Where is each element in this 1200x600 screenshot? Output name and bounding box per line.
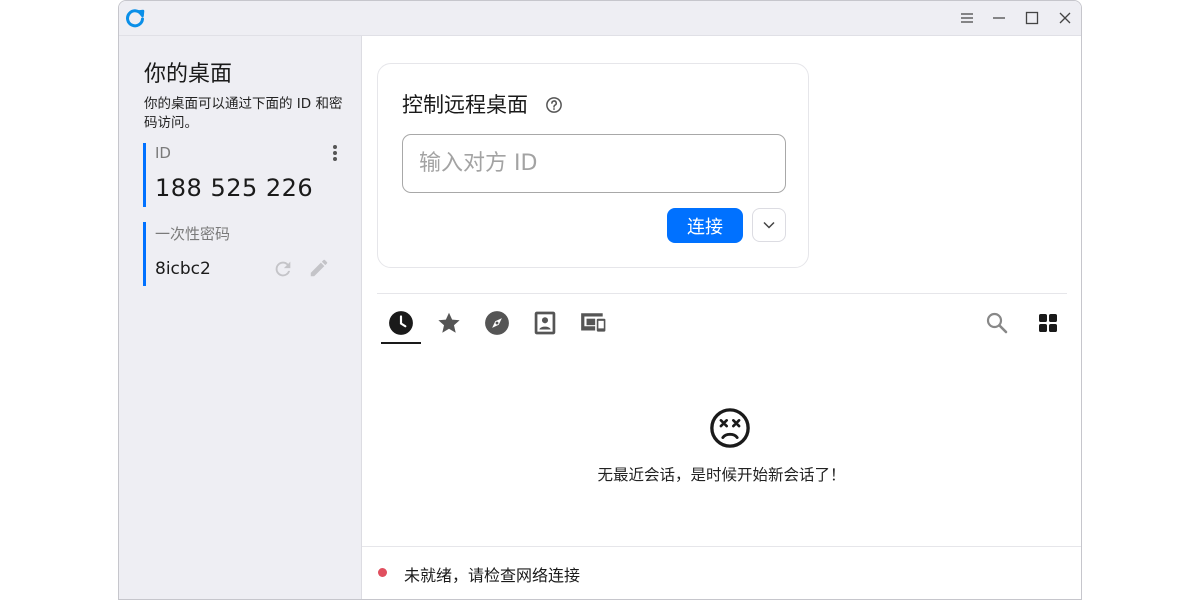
sidebar: 你的桌面 你的桌面可以通过下面的 ID 和密码访问。 ID 188 525 22… [119, 36, 362, 599]
more-options-icon[interactable] [328, 143, 342, 165]
discovered-compass-icon [485, 311, 509, 335]
main-panel: 控制远程桌面 连接 [362, 36, 1081, 599]
sidebar-description: 你的桌面可以通过下面的 ID 和密码访问。 [144, 96, 343, 131]
empty-state-message: 无最近会话，是时候开始新会话了！ [597, 466, 846, 484]
status-text[interactable]: 未就绪，请检查网络连接 [404, 562, 580, 586]
sidebar-title: 你的桌面 [144, 62, 233, 87]
tab-group-devices[interactable] [573, 304, 613, 342]
refresh-icon[interactable] [272, 258, 294, 280]
tab-address-book[interactable] [525, 304, 565, 342]
minimize-button[interactable] [987, 6, 1011, 30]
app-window: 你的桌面 你的桌面可以通过下面的 ID 和密码访问。 ID 188 525 22… [118, 0, 1082, 600]
recent-sessions-icon [389, 311, 413, 335]
tab-recent-sessions[interactable] [381, 304, 421, 344]
view-toggle-button[interactable] [1033, 304, 1063, 342]
sad-face-icon [710, 408, 750, 448]
close-icon [1059, 12, 1071, 24]
rustdesk-logo-icon [126, 9, 145, 28]
tab-favorites[interactable] [429, 304, 469, 342]
menu-button[interactable] [955, 6, 979, 30]
remote-id-input[interactable] [402, 134, 786, 193]
edit-pencil-icon[interactable] [308, 257, 330, 279]
status-indicator-dot [378, 568, 387, 577]
peer-tabs [377, 304, 1067, 346]
group-devices-icon [581, 313, 606, 332]
connect-button[interactable]: 连接 [667, 208, 743, 243]
address-book-icon [534, 311, 556, 335]
close-button[interactable] [1053, 6, 1077, 30]
id-section: ID 188 525 226 [143, 143, 346, 207]
menu-icon [961, 13, 973, 23]
title-bar[interactable] [119, 1, 1081, 36]
tab-discovered[interactable] [477, 304, 517, 342]
remote-control-card: 控制远程桌面 连接 [377, 63, 809, 268]
id-label: ID [155, 144, 171, 162]
id-value[interactable]: 188 525 226 [155, 174, 313, 202]
search-icon [986, 312, 1008, 334]
password-label: 一次性密码 [155, 225, 231, 243]
grid-view-icon [1039, 314, 1057, 332]
maximize-button[interactable] [1020, 6, 1044, 30]
maximize-icon [1025, 11, 1039, 25]
favorites-star-icon [438, 312, 460, 333]
status-bar: 未就绪，请检查网络连接 [362, 546, 1081, 599]
help-icon[interactable] [545, 96, 563, 114]
password-section: 一次性密码 8icbc2 [143, 222, 346, 286]
chevron-down-icon [763, 221, 775, 229]
section-divider [377, 293, 1067, 294]
connect-options-dropdown[interactable] [752, 208, 786, 242]
search-button[interactable] [982, 304, 1012, 342]
minimize-icon [993, 17, 1005, 19]
password-value[interactable]: 8icbc2 [155, 259, 211, 279]
card-title: 控制远程桌面 [402, 93, 528, 117]
